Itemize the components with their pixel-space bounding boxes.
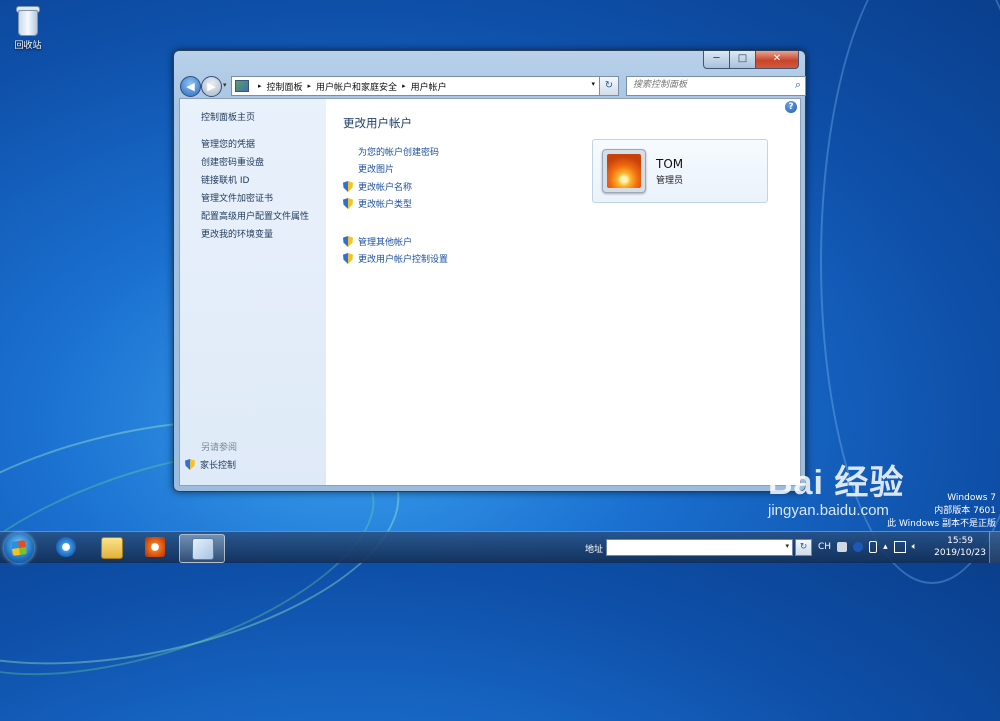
uac-shield-icon [343, 198, 353, 209]
forward-button[interactable]: ▶ [201, 76, 222, 97]
control-panel-icon [235, 80, 249, 92]
show-desktop-button[interactable] [989, 532, 1000, 563]
taskbar-media-player[interactable] [133, 534, 177, 561]
sidebar-item-credentials[interactable]: 管理您的凭据 [201, 137, 255, 150]
sidebar-item-parental-controls[interactable]: 家长控制 [185, 458, 236, 471]
baidu-watermark: Bai 经验 jingyan.baidu.com [768, 455, 904, 519]
search-input[interactable] [627, 77, 783, 93]
breadcrumb-control-panel[interactable]: 控制面板 [267, 80, 303, 93]
keyboard-icon[interactable] [837, 542, 848, 552]
change-account-name-label: 更改帐户名称 [358, 183, 413, 193]
taskbar: 地址 ▾ ↻ CH ▴ 🔈︎ 15:59 2019/10/23 [0, 531, 1000, 563]
sidebar-item-env-variables[interactable]: 更改我的环境变量 [201, 227, 273, 240]
recent-pages-dropdown[interactable]: ▾ [223, 81, 227, 89]
address-dropdown-icon[interactable]: ▾ [591, 80, 595, 88]
sidebar-item-home[interactable]: 控制面板主页 [201, 110, 255, 123]
start-button[interactable] [4, 533, 34, 563]
change-account-type-label: 更改帐户类型 [358, 200, 413, 210]
clock-date: 2019/10/23 [934, 548, 986, 558]
taskbar-file-explorer[interactable] [89, 534, 133, 561]
breadcrumb-user-accounts[interactable]: 用户帐户 [411, 80, 447, 93]
page-title: 更改用户帐户 [343, 116, 412, 130]
maximize-button[interactable]: □ [730, 51, 756, 69]
media-player-icon [145, 537, 165, 557]
recycle-bin-icon [15, 4, 41, 36]
back-arrow-icon: ◀ [186, 80, 195, 93]
volume-icon[interactable]: 🔈︎ [912, 542, 917, 552]
sidebar-item-reset-disk[interactable]: 创建密码重设盘 [201, 155, 264, 168]
uac-shield-icon [185, 459, 195, 470]
go-arrow-icon: ↻ [799, 542, 808, 552]
taskbar-internet-explorer[interactable] [44, 534, 88, 561]
uac-settings-link[interactable]: 更改用户帐户控制设置 [343, 252, 448, 265]
avatar [602, 149, 646, 193]
navigation-bar: ◀ ▶ ▾ ▸ 控制面板 ▸ 用户帐户和家庭安全 ▸ 用户帐户 ▾ ↻ ⌕ [179, 75, 806, 97]
taskbar-address-label: 地址 [585, 545, 604, 555]
breadcrumb-user-accounts-family[interactable]: 用户帐户和家庭安全 [316, 80, 397, 93]
change-picture-link[interactable]: 更改图片 [358, 162, 394, 175]
breadcrumb-separator: ▸ [402, 82, 406, 90]
refresh-icon: ↻ [604, 80, 614, 91]
uac-shield-icon [343, 181, 353, 192]
windows-genuine-notice: 此 Windows 副本不是正版 [887, 519, 996, 529]
user-name: TOM [656, 157, 684, 171]
minimize-button[interactable]: ─ [703, 51, 730, 69]
address-dropdown-icon[interactable]: ▾ [785, 542, 789, 550]
breadcrumb-separator: ▸ [307, 82, 312, 90]
control-panel-window: ─ □ ✕ ◀ ▶ ▾ ▸ 控制面板 ▸ 用户帐户和家庭安全 ▸ 用户帐户 ▾ … [173, 50, 806, 492]
control-panel-icon [192, 538, 214, 560]
flower-picture-icon [607, 154, 641, 188]
search-icon[interactable]: ⌕ [795, 78, 801, 92]
content-area: 控制面板主页 管理您的凭据 创建密码重设盘 链接联机 ID 管理文件加密证书 配… [179, 98, 801, 486]
help-icon[interactable]: ? [785, 101, 797, 113]
refresh-button[interactable]: ↻ [599, 76, 619, 96]
recycle-bin-desktop-icon[interactable]: 回收站 [8, 4, 48, 51]
sidebar-item-profile-properties[interactable]: 配置高级用户配置文件属性 [201, 209, 309, 222]
close-button[interactable]: ✕ [756, 51, 799, 69]
help-icon[interactable] [853, 542, 864, 552]
sidebar: 控制面板主页 管理您的凭据 创建密码重设盘 链接联机 ID 管理文件加密证书 配… [180, 99, 326, 485]
show-hidden-icons-icon[interactable]: ▴ [883, 542, 888, 552]
watermark-sub: jingyan.baidu.com [768, 502, 889, 519]
uac-settings-label: 更改用户帐户控制设置 [358, 255, 449, 265]
manage-other-accounts-label: 管理其他帐户 [358, 238, 413, 248]
taskbar-go-button[interactable]: ↻ [795, 539, 812, 556]
uac-shield-icon [343, 253, 353, 264]
windows-version: Windows 7 [947, 493, 996, 503]
forward-arrow-icon: ▶ [207, 80, 216, 93]
settings-icon[interactable] [869, 541, 878, 553]
back-button[interactable]: ◀ [180, 76, 201, 97]
windows-logo-icon [11, 540, 27, 556]
address-bar[interactable]: ▸ 控制面板 ▸ 用户帐户和家庭安全 ▸ 用户帐户 ▾ [231, 76, 600, 96]
window-controls: ─ □ ✕ [703, 51, 799, 69]
sidebar-item-online-id[interactable]: 链接联机 ID [201, 173, 249, 186]
windows-build-info: Windows 7 内部版本 7601 此 Windows 副本不是正版 [887, 492, 996, 531]
create-password-link[interactable]: 为您的帐户创建密码 [358, 145, 439, 158]
parental-controls-label: 家长控制 [200, 461, 237, 471]
sidebar-item-encryption-certs[interactable]: 管理文件加密证书 [201, 191, 273, 204]
network-icon[interactable] [893, 541, 906, 553]
search-box[interactable]: ⌕ [626, 76, 806, 96]
internet-explorer-icon [56, 537, 76, 557]
clock-time: 15:59 [947, 536, 974, 546]
windows-build: 内部版本 7601 [934, 506, 996, 516]
watermark-main: Bai 经验 [768, 464, 905, 502]
clock[interactable]: 15:59 2019/10/23 [934, 535, 986, 559]
system-tray: CH ▴ 🔈︎ [818, 541, 917, 553]
taskbar-address-input[interactable]: ▾ [606, 539, 793, 556]
see-also-heading: 另请参阅 [201, 443, 238, 453]
change-account-name-link[interactable]: 更改帐户名称 [343, 180, 412, 193]
taskbar-control-panel[interactable] [179, 534, 225, 563]
change-picture-label: 更改图片 [358, 165, 395, 175]
user-role: 管理员 [656, 176, 684, 186]
create-password-label: 为您的帐户创建密码 [358, 148, 440, 158]
user-account-card: TOM 管理员 [592, 139, 768, 203]
recycle-bin-label: 回收站 [14, 41, 42, 51]
breadcrumb-separator: ▸ [258, 82, 262, 90]
uac-shield-icon [343, 236, 353, 247]
manage-other-accounts-link[interactable]: 管理其他帐户 [343, 235, 412, 248]
change-account-type-link[interactable]: 更改帐户类型 [343, 197, 412, 210]
folder-icon [101, 537, 123, 559]
input-language-indicator[interactable]: CH [818, 542, 831, 552]
